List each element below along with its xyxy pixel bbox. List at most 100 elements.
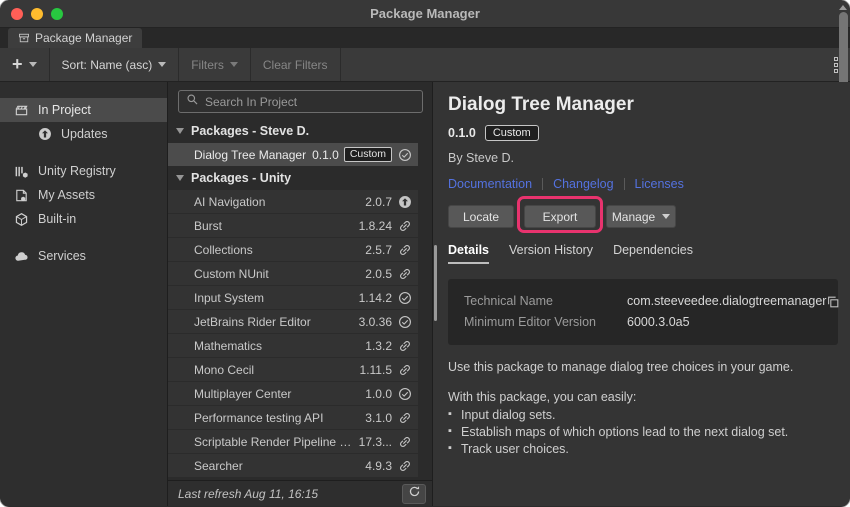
- search-input[interactable]: [205, 95, 415, 109]
- package-row[interactable]: Collections2.5.7: [168, 238, 418, 261]
- link-icon: [397, 410, 412, 425]
- package-name: Mono Cecil: [194, 363, 360, 377]
- in-project-icon: [14, 103, 29, 118]
- chevron-down-icon: [662, 214, 670, 219]
- package-name: Searcher: [194, 459, 365, 473]
- link-icon: [397, 266, 412, 281]
- filters-dropdown[interactable]: Filters: [179, 48, 250, 81]
- package-links: Documentation Changelog Licenses: [448, 177, 838, 191]
- tab-version-history[interactable]: Version History: [509, 243, 593, 264]
- documentation-link[interactable]: Documentation: [448, 177, 532, 191]
- description-intro: Use this package to manage dialog tree c…: [448, 359, 838, 376]
- package-row[interactable]: JetBrains Rider Editor3.0.36: [168, 310, 418, 333]
- package-row[interactable]: Scriptable Render Pipeline Core17.3...: [168, 430, 418, 453]
- tab-details[interactable]: Details: [448, 243, 489, 264]
- package-version: 4.9.3: [365, 459, 392, 473]
- package-row[interactable]: Custom NUnit2.0.5: [168, 262, 418, 285]
- package-version: 17.3...: [359, 435, 392, 449]
- package-name: Mathematics: [194, 339, 365, 353]
- package-row[interactable]: AI Navigation2.0.7: [168, 190, 418, 213]
- package-manager-window: Package Manager Package Manager + Sort: …: [0, 0, 850, 507]
- locate-button[interactable]: Locate: [448, 205, 514, 228]
- last-refresh-label: Last refresh Aug 11, 16:15: [178, 487, 402, 501]
- package-row[interactable]: Mono Cecil1.11.5: [168, 358, 418, 381]
- package-version: 1.3.2: [365, 339, 392, 353]
- plus-icon: +: [12, 55, 23, 73]
- check-circle-icon: [397, 290, 412, 305]
- manage-dropdown-button[interactable]: Manage: [606, 205, 676, 228]
- collapse-triangle-icon[interactable]: [176, 128, 184, 134]
- sidebar-item-in-project[interactable]: In Project: [0, 98, 167, 122]
- scroll-up-icon[interactable]: [839, 5, 847, 10]
- package-version: 2.0.5: [365, 267, 392, 281]
- package-list-panel: Packages - Steve D.Dialog Tree Manager0.…: [168, 82, 433, 506]
- title-bar: Package Manager: [0, 0, 850, 28]
- package-row[interactable]: Dialog Tree Manager0.1.0Custom: [168, 143, 418, 166]
- package-row[interactable]: Input System1.14.2: [168, 286, 418, 309]
- toolbar-spacer: [341, 48, 824, 81]
- sidebar-item-services[interactable]: Services: [0, 244, 167, 268]
- package-info-card: Technical Name com.steeveedee.dialogtree…: [448, 279, 838, 345]
- package-name: Dialog Tree Manager: [194, 148, 312, 162]
- unity-registry-icon: [14, 164, 29, 179]
- package-version: 0.1.0: [448, 126, 476, 140]
- search-box[interactable]: [178, 90, 423, 113]
- details-scrollbar-thumb[interactable]: [434, 245, 437, 321]
- tab-dependencies[interactable]: Dependencies: [613, 243, 693, 264]
- copy-icon[interactable]: [826, 294, 840, 310]
- changelog-link[interactable]: Changelog: [553, 177, 613, 191]
- description-lead-in: With this package, you can easily:: [448, 389, 838, 406]
- package-row[interactable]: Performance testing API3.1.0: [168, 406, 418, 429]
- chevron-down-icon: [158, 62, 166, 67]
- package-row[interactable]: Multiplayer Center1.0.0: [168, 382, 418, 405]
- package-version: 3.1.0: [365, 411, 392, 425]
- tab-package-manager[interactable]: Package Manager: [8, 28, 142, 48]
- sidebar-item-unity-registry[interactable]: Unity Registry: [0, 159, 167, 183]
- sidebar-item-built-in[interactable]: Built-in: [0, 207, 167, 231]
- main-content: In Project Updates Unity Registry My Ass…: [0, 82, 850, 506]
- package-name: JetBrains Rider Editor: [194, 315, 359, 329]
- refresh-button[interactable]: [402, 484, 426, 504]
- package-version: 1.0.0: [365, 387, 392, 401]
- sidebar: In Project Updates Unity Registry My Ass…: [0, 82, 168, 506]
- package-group-header[interactable]: Packages - Unity: [168, 166, 418, 189]
- link-icon: [397, 362, 412, 377]
- package-name: Burst: [194, 219, 359, 233]
- description-bullet: Establish maps of which options lead to …: [448, 424, 838, 441]
- action-buttons-row: Locate Export Manage: [448, 205, 838, 228]
- check-circle-icon: [397, 147, 412, 162]
- search-icon: [186, 93, 199, 111]
- package-list: Packages - Steve D.Dialog Tree Manager0.…: [168, 119, 432, 480]
- tab-strip: Package Manager: [0, 28, 850, 48]
- licenses-link[interactable]: Licenses: [635, 177, 684, 191]
- search-row: [168, 82, 432, 119]
- package-version: 1.14.2: [359, 291, 392, 305]
- check-circle-icon: [397, 314, 412, 329]
- package-name: AI Navigation: [194, 195, 365, 209]
- package-name: Multiplayer Center: [194, 387, 365, 401]
- package-version: 1.8.24: [359, 219, 392, 233]
- details-tab-bar: Details Version History Dependencies: [448, 243, 838, 264]
- group-label: Packages - Unity: [191, 171, 291, 185]
- package-row[interactable]: Mathematics1.3.2: [168, 334, 418, 357]
- refresh-status-bar: Last refresh Aug 11, 16:15: [168, 480, 432, 506]
- sidebar-item-my-assets[interactable]: My Assets: [0, 183, 167, 207]
- collapse-triangle-icon[interactable]: [176, 175, 184, 181]
- package-name: Collections: [194, 243, 365, 257]
- sidebar-item-updates[interactable]: Updates: [0, 122, 167, 146]
- package-row[interactable]: Burst1.8.24: [168, 214, 418, 237]
- package-row[interactable]: Searcher4.9.3: [168, 454, 418, 477]
- add-package-button[interactable]: +: [0, 48, 49, 81]
- description-bullet: Input dialog sets.: [448, 407, 838, 424]
- minimum-editor-version-value: 6000.3.0a5: [627, 312, 826, 333]
- export-button[interactable]: Export: [524, 205, 596, 228]
- package-details-panel: Dialog Tree Manager 0.1.0 Custom By Stev…: [433, 82, 850, 506]
- sort-dropdown[interactable]: Sort: Name (asc): [50, 48, 179, 81]
- clear-filters-button[interactable]: Clear Filters: [251, 48, 340, 81]
- chevron-down-icon: [230, 62, 238, 67]
- package-description: Use this package to manage dialog tree c…: [448, 359, 838, 457]
- description-bullets: Input dialog sets. Establish maps of whi…: [448, 407, 838, 458]
- link-icon: [397, 242, 412, 257]
- package-group-header[interactable]: Packages - Steve D.: [168, 119, 418, 142]
- toolbar: + Sort: Name (asc) Filters Clear Filters: [0, 48, 850, 82]
